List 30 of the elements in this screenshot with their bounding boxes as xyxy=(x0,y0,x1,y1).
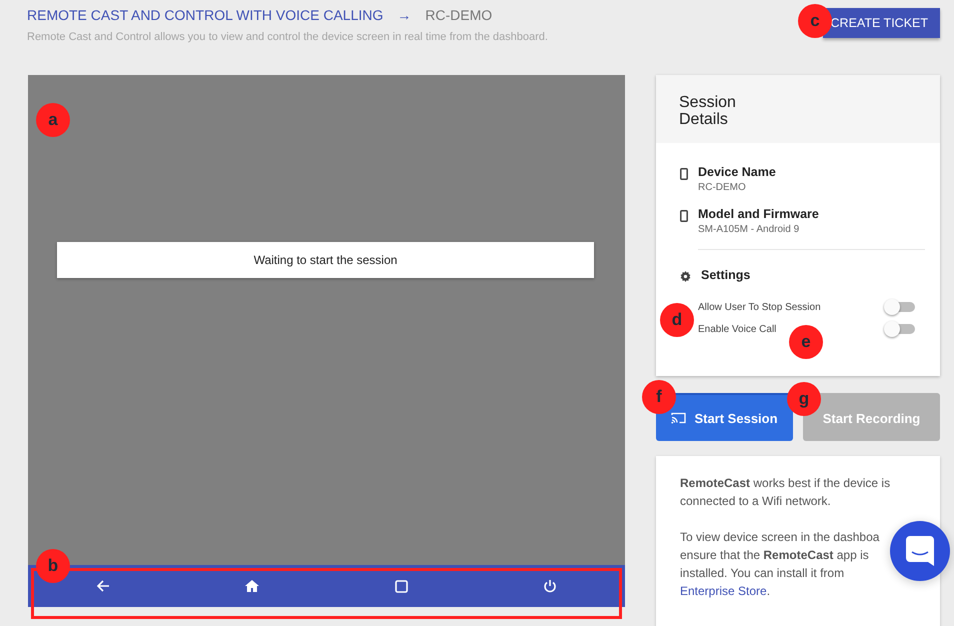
setting-label: Allow User To Stop Session xyxy=(698,302,821,312)
toggle-switch[interactable] xyxy=(887,324,915,334)
toggle-switch[interactable] xyxy=(887,302,915,312)
enterprise-store-link[interactable]: Enterprise Store xyxy=(680,584,767,598)
card-title: Session Details xyxy=(679,94,736,128)
setting-label: Enable Voice Call xyxy=(698,324,776,334)
chat-bubble-icon xyxy=(906,536,934,566)
back-arrow-icon[interactable] xyxy=(96,579,110,593)
session-status-message: Waiting to start the session xyxy=(57,242,594,278)
power-icon[interactable] xyxy=(543,579,558,593)
create-ticket-button[interactable]: CREATE TICKET xyxy=(822,8,940,38)
info-text: RemoteCast works best if the device is connected to a Wifi network. xyxy=(680,475,892,510)
callout-marker: g xyxy=(787,382,821,416)
cast-icon xyxy=(671,412,686,424)
detail-label: Model and Firmware xyxy=(698,207,819,221)
detail-value: RC-DEMO xyxy=(698,182,747,193)
detail-value: SM-A105M - Android 9 xyxy=(698,224,800,235)
gear-icon xyxy=(680,271,691,282)
phone-icon xyxy=(680,210,688,222)
home-icon[interactable] xyxy=(245,580,260,592)
detail-label: Device Name xyxy=(698,165,776,179)
page-description: Remote Cast and Control allows you to view and control the device screen in real time from the dashboard. xyxy=(27,31,548,43)
callout-marker: c xyxy=(798,4,832,38)
callout-marker: f xyxy=(642,380,676,414)
phone-icon xyxy=(680,168,688,180)
square-icon[interactable] xyxy=(394,580,408,592)
breadcrumb-title[interactable]: REMOTE CAST AND CONTROL WITH VOICE CALLING xyxy=(27,7,384,23)
breadcrumb-arrow: → xyxy=(397,7,412,23)
settings-heading: Settings xyxy=(701,268,750,282)
breadcrumb-current: RC-DEMO xyxy=(425,7,492,23)
